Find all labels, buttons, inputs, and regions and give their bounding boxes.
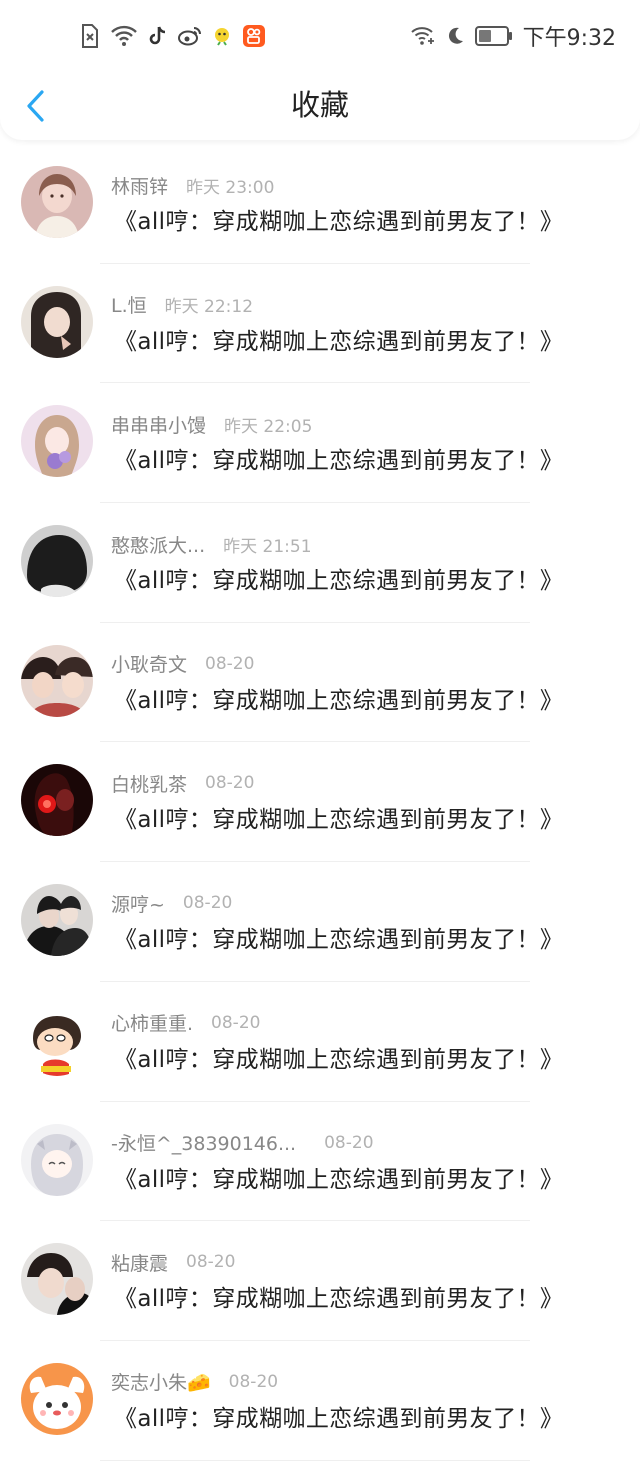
- header: 下午9:32 收藏: [0, 0, 640, 140]
- kuaishou-icon: [242, 24, 266, 48]
- item-meta: -永恒^_38390146... 08-20: [111, 1130, 374, 1156]
- item-meta: 心柿重重. 08-20: [111, 1010, 260, 1036]
- item-title[interactable]: 《all哼：穿成糊咖上恋综遇到前男友了！》: [114, 800, 563, 834]
- item-meta: 粘康震 08-20: [111, 1249, 235, 1275]
- avatar: [21, 884, 93, 957]
- timestamp: 08-20: [211, 1012, 261, 1033]
- username[interactable]: 粘康震: [111, 1249, 168, 1276]
- timestamp: 08-20: [228, 1371, 279, 1392]
- username[interactable]: 源哼~: [111, 890, 165, 917]
- list-item[interactable]: 源哼~ 08-20 《all哼：穿成糊咖上恋综遇到前男友了！》: [0, 862, 640, 982]
- timestamp: 昨天 22:05: [224, 416, 313, 437]
- avatar: [21, 644, 93, 717]
- list-item[interactable]: 粘康震 08-20 《all哼：穿成糊咖上恋综遇到前男友了！》: [0, 1221, 640, 1341]
- list-item[interactable]: 白桃乳茶 08-20 《all哼：穿成糊咖上恋综遇到前男友了！》: [0, 742, 640, 863]
- item-meta: 串串串小馒 昨天 22:05: [111, 411, 312, 437]
- status-time: 下午9:32: [522, 26, 616, 51]
- item-title[interactable]: 《all哼：穿成糊咖上恋综遇到前男友了！》: [114, 202, 563, 236]
- list-item[interactable]: 串串串小馒 昨天 22:05 《all哼：穿成糊咖上恋综遇到前男友了！》: [0, 383, 640, 504]
- item-meta: 源哼~ 08-20: [111, 890, 232, 916]
- item-title[interactable]: 《all哼：穿成糊咖上恋综遇到前男友了！》: [114, 1040, 563, 1074]
- status-left-icons: [80, 22, 266, 50]
- item-title[interactable]: 《all哼：穿成糊咖上恋综遇到前男友了！》: [114, 561, 563, 595]
- item-meta: 奕志小朱🧀 08-20: [111, 1369, 278, 1395]
- wifi-plus-icon: [410, 26, 435, 46]
- avatar: [21, 764, 93, 837]
- timestamp: 08-20: [205, 653, 255, 674]
- item-meta: 白桃乳茶 08-20: [111, 770, 254, 796]
- item-title[interactable]: 《all哼：穿成糊咖上恋综遇到前男友了！》: [114, 1279, 563, 1313]
- timestamp: 08-20: [324, 1132, 374, 1153]
- username[interactable]: L.恒: [111, 291, 147, 318]
- item-title[interactable]: 《all哼：穿成糊咖上恋综遇到前男友了！》: [114, 322, 563, 356]
- username[interactable]: -永恒^_38390146...: [111, 1129, 296, 1156]
- status-bar: 下午9:32: [0, 0, 640, 72]
- list-item[interactable]: 心柿重重. 08-20 《all哼：穿成糊咖上恋综遇到前男友了！》: [0, 982, 640, 1102]
- avatar: [21, 166, 93, 238]
- username[interactable]: 串串串小馒: [111, 411, 206, 438]
- item-title[interactable]: 《all哼：穿成糊咖上恋综遇到前男友了！》: [114, 920, 563, 954]
- item-meta: L.恒 昨天 22:12: [111, 292, 253, 318]
- avatar: [21, 1243, 93, 1316]
- item-meta: 小耿奇文 08-20: [111, 651, 254, 677]
- wifi-icon: [110, 25, 138, 47]
- avatar: [21, 1362, 93, 1435]
- avatar: [21, 525, 93, 598]
- list-item[interactable]: 林雨锌 昨天 23:00 《all哼：穿成糊咖上恋综遇到前男友了！》: [0, 144, 640, 264]
- favorites-list: 林雨锌 昨天 23:00 《all哼：穿成糊咖上恋综遇到前男友了！》 L.恒 昨…: [0, 144, 640, 1461]
- tiktok-icon: [148, 25, 168, 47]
- timestamp: 08-20: [186, 1252, 236, 1273]
- avatar: [21, 1123, 93, 1196]
- status-right-icons: 下午9:32: [410, 20, 616, 52]
- avatar: [21, 1003, 93, 1076]
- divider: [100, 1459, 530, 1461]
- item-title[interactable]: 《all哼：穿成糊咖上恋综遇到前男友了！》: [114, 441, 563, 475]
- avatar: [21, 405, 93, 478]
- username[interactable]: 林雨锌: [111, 172, 168, 199]
- list-item[interactable]: 奕志小朱🧀 08-20 《all哼：穿成糊咖上恋综遇到前男友了！》: [0, 1341, 640, 1461]
- battery-icon: [474, 25, 513, 47]
- item-title[interactable]: 《all哼：穿成糊咖上恋综遇到前男友了！》: [114, 1160, 563, 1194]
- weibo-icon: [178, 25, 202, 47]
- timestamp: 08-20: [205, 773, 255, 794]
- item-title[interactable]: 《all哼：穿成糊咖上恋综遇到前男友了！》: [114, 681, 563, 715]
- chat-bird-icon: [212, 26, 232, 46]
- username[interactable]: 奕志小朱🧀: [111, 1368, 211, 1395]
- timestamp: 昨天 23:00: [186, 177, 275, 198]
- username[interactable]: 憨憨派大...: [111, 531, 205, 558]
- avatar: [21, 285, 93, 358]
- list-item[interactable]: 小耿奇文 08-20 《all哼：穿成糊咖上恋综遇到前男友了！》: [0, 623, 640, 743]
- username[interactable]: 小耿奇文: [111, 650, 187, 677]
- timestamp: 昨天 22:12: [164, 297, 254, 318]
- username[interactable]: 心柿重重.: [111, 1009, 193, 1036]
- item-meta: 林雨锌 昨天 23:00: [111, 172, 274, 198]
- list-item[interactable]: -永恒^_38390146... 08-20 《all哼：穿成糊咖上恋综遇到前男…: [0, 1102, 640, 1222]
- list-item[interactable]: 憨憨派大... 昨天 21:51 《all哼：穿成糊咖上恋综遇到前男友了！》: [0, 503, 640, 623]
- timestamp: 昨天 21:51: [223, 536, 312, 557]
- item-title[interactable]: 《all哼：穿成糊咖上恋综遇到前男友了！》: [114, 1399, 563, 1433]
- nav-bar: 收藏: [0, 72, 640, 138]
- timestamp: 08-20: [182, 893, 233, 914]
- moon-icon: [445, 26, 465, 46]
- username[interactable]: 白桃乳茶: [111, 770, 187, 797]
- page-title: 收藏: [290, 88, 349, 122]
- item-meta: 憨憨派大... 昨天 21:51: [111, 531, 312, 557]
- list-item[interactable]: L.恒 昨天 22:12 《all哼：穿成糊咖上恋综遇到前男友了！》: [0, 264, 640, 384]
- sim-error-icon: [80, 23, 100, 49]
